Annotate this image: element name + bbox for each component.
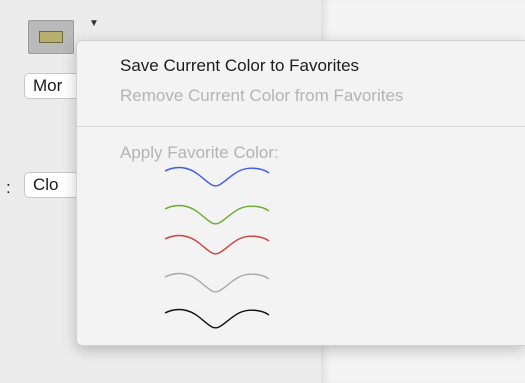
wave-stroke bbox=[164, 234, 270, 255]
menu-item-remove-favorite: Remove Current Color from Favorites bbox=[120, 86, 404, 105]
current-color-swatch bbox=[39, 31, 63, 43]
menu-item-save-favorite[interactable]: Save Current Color to Favorites bbox=[120, 56, 359, 76]
dropdown-arrow-icon[interactable]: ▼ bbox=[89, 18, 99, 29]
favorite-color-1[interactable] bbox=[163, 163, 271, 193]
color-well[interactable] bbox=[28, 20, 74, 54]
apply-favorite-header: Apply Favorite Color: bbox=[120, 143, 279, 162]
wave-stroke bbox=[164, 272, 270, 293]
favorite-color-5[interactable] bbox=[163, 305, 271, 335]
favorite-color-4[interactable] bbox=[163, 269, 271, 299]
field-label-colon: : bbox=[6, 178, 11, 197]
favorites-menu: Save Current Color to Favorites Remove C… bbox=[76, 40, 525, 346]
wave-stroke bbox=[164, 204, 270, 225]
favorite-color-2[interactable] bbox=[163, 201, 271, 231]
wave-stroke bbox=[164, 166, 270, 187]
favorite-color-3[interactable] bbox=[163, 231, 271, 261]
menu-separator bbox=[77, 126, 525, 127]
wave-stroke bbox=[164, 308, 270, 329]
